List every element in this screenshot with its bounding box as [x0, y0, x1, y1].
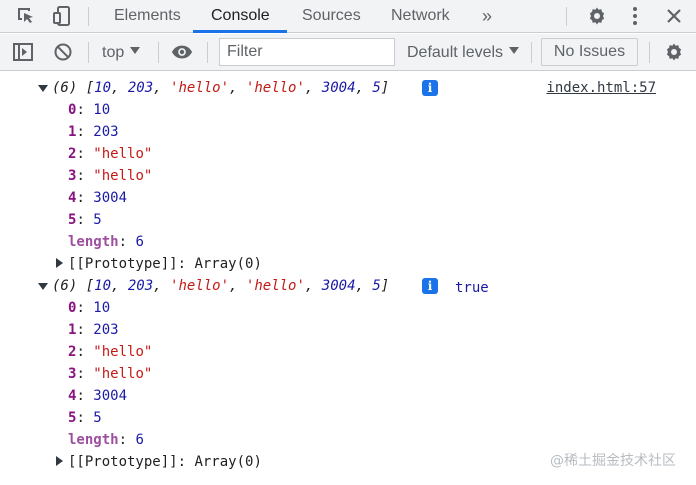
- toolbar-divider: [531, 42, 532, 63]
- entry-value: "hello": [93, 366, 153, 382]
- console-output: (6) [10, 203, 'hello', 'hello', 3004, 5]…: [0, 72, 696, 485]
- array-entry: 4: 3004: [68, 388, 128, 404]
- summary-item: 'hello': [170, 278, 230, 294]
- array-length: length: 6: [68, 432, 144, 448]
- logged-boolean-value: true: [455, 280, 489, 296]
- entry-value: 5: [93, 212, 102, 228]
- collapse-triangle-icon[interactable]: [38, 85, 48, 92]
- tab-divider: [566, 7, 567, 26]
- summary-item: 10: [94, 80, 112, 96]
- console-settings-gear-icon[interactable]: [663, 41, 685, 63]
- kebab-menu-icon[interactable]: [624, 5, 646, 27]
- array-summary-prefix: (6) [: [52, 278, 95, 294]
- summary-item: 'hello': [245, 278, 305, 294]
- log-levels-dropdown[interactable]: Default levels: [407, 34, 520, 71]
- chevron-down-icon: [130, 47, 141, 55]
- length-value: 6: [135, 432, 144, 448]
- issues-button[interactable]: No Issues: [541, 38, 638, 66]
- array-summary[interactable]: (6) [10, 203, 'hello', 'hello', 3004, 5]: [52, 77, 389, 99]
- array-summary-suffix: ]: [380, 80, 390, 96]
- entry-value: 3004: [93, 388, 128, 404]
- array-entry: 2: "hello": [68, 146, 153, 162]
- array-entry: 0: 10: [68, 102, 111, 118]
- device-toolbar-icon[interactable]: [51, 5, 73, 27]
- entry-value: "hello": [93, 146, 153, 162]
- summary-item: 5: [372, 80, 381, 96]
- collapse-triangle-icon[interactable]: [38, 283, 48, 290]
- expand-triangle-icon[interactable]: [56, 258, 63, 268]
- close-icon[interactable]: [663, 5, 685, 27]
- summary-item: 'hello': [245, 80, 305, 96]
- length-key: length: [68, 432, 119, 448]
- toolbar-divider: [649, 42, 650, 63]
- entry-value: 5: [93, 410, 102, 426]
- filter-input[interactable]: [219, 38, 395, 66]
- live-expression-eye-icon[interactable]: [171, 41, 193, 63]
- chevron-down-icon: [509, 47, 520, 55]
- active-tab-indicator: [193, 30, 287, 33]
- prototype-entry[interactable]: [[Prototype]]: Array(0): [68, 451, 262, 473]
- entry-value: "hello": [93, 344, 153, 360]
- summary-item: 10: [94, 278, 112, 294]
- entry-value: 10: [93, 102, 111, 118]
- array-summary-prefix: (6) [: [52, 80, 95, 96]
- devtools-tab-bar: Elements Console Sources Network »: [0, 0, 696, 33]
- console-toolbar: top Default levels No Issues: [0, 34, 696, 71]
- toolbar-divider: [88, 42, 89, 63]
- array-entry: 4: 3004: [68, 190, 128, 206]
- sidebar-toggle-icon[interactable]: [12, 41, 34, 63]
- summary-item: 3004: [321, 80, 356, 96]
- toolbar-divider: [207, 42, 208, 63]
- context-selector-label: top: [102, 44, 125, 61]
- array-entry: 5: 5: [68, 410, 102, 426]
- watermark-text: @稀土掘金技术社区: [550, 453, 676, 469]
- entry-value: "hello": [93, 168, 153, 184]
- prototype-key: [[Prototype]]: [68, 454, 178, 470]
- tab-elements[interactable]: Elements: [114, 0, 181, 33]
- entry-value: 203: [93, 322, 119, 338]
- prototype-value: Array(0): [194, 454, 262, 470]
- array-summary[interactable]: (6) [10, 203, 'hello', 'hello', 3004, 5]: [52, 275, 389, 297]
- expand-triangle-icon[interactable]: [56, 456, 63, 466]
- summary-item: 203: [127, 278, 154, 294]
- array-length: length: 6: [68, 234, 144, 250]
- array-entry: 1: 203: [68, 322, 119, 338]
- tab-sources[interactable]: Sources: [302, 0, 361, 33]
- prototype-key: [[Prototype]]: [68, 256, 178, 272]
- source-link[interactable]: index.html:57: [546, 77, 656, 99]
- log-levels-label: Default levels: [407, 44, 504, 61]
- array-entry: 3: "hello": [68, 366, 153, 382]
- prototype-entry[interactable]: [[Prototype]]: Array(0): [68, 253, 262, 275]
- info-icon[interactable]: i: [422, 278, 438, 294]
- array-entry: 1: 203: [68, 124, 119, 140]
- prototype-value: Array(0): [194, 256, 262, 272]
- tab-network[interactable]: Network: [391, 0, 450, 33]
- array-entry: 0: 10: [68, 300, 111, 316]
- entry-value: 10: [93, 300, 111, 316]
- summary-item: 5: [372, 278, 381, 294]
- entry-value: 203: [93, 124, 119, 140]
- info-icon[interactable]: i: [422, 80, 438, 96]
- array-entry: 5: 5: [68, 212, 102, 228]
- array-entry: 3: "hello": [68, 168, 153, 184]
- summary-item: 203: [127, 80, 154, 96]
- summary-item: 3004: [321, 278, 356, 294]
- entry-value: 3004: [93, 190, 128, 206]
- array-summary-suffix: ]: [380, 278, 390, 294]
- length-value: 6: [135, 234, 144, 250]
- tab-divider: [88, 7, 89, 26]
- summary-item: 'hello': [170, 80, 230, 96]
- length-key: length: [68, 234, 119, 250]
- inspect-element-icon[interactable]: [15, 5, 37, 27]
- clear-console-icon[interactable]: [52, 41, 74, 63]
- array-entry: 2: "hello": [68, 344, 153, 360]
- context-selector[interactable]: top: [102, 34, 141, 71]
- toolbar-divider: [158, 42, 159, 63]
- tab-console[interactable]: Console: [211, 0, 270, 33]
- settings-gear-icon[interactable]: [586, 5, 608, 27]
- more-tabs-button[interactable]: »: [482, 0, 492, 33]
